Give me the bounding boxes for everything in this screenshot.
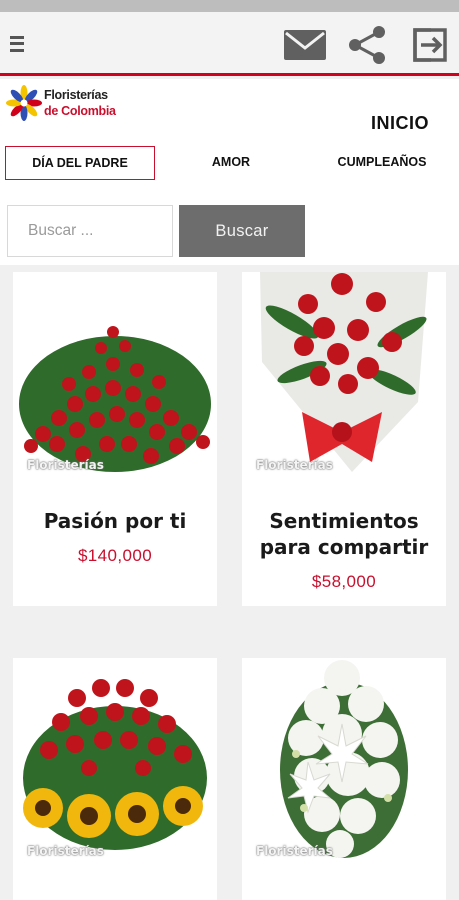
envelope-icon xyxy=(284,30,326,60)
watermark-text: Floristerías xyxy=(256,458,333,472)
product-price: $140,000 xyxy=(77,546,153,565)
exit-button[interactable] xyxy=(406,22,452,68)
watermark-text: Floristerías xyxy=(256,844,333,858)
search-button[interactable]: Buscar xyxy=(179,205,305,257)
product-card-1[interactable]: Floristerías Pasión por ti $140,000 xyxy=(13,272,217,606)
product-image[interactable]: Floristerías xyxy=(13,272,217,474)
hamburger-icon xyxy=(10,35,24,39)
watermark-text: Floristerías xyxy=(27,458,104,472)
nav-item-amor[interactable]: AMOR xyxy=(192,146,270,180)
product-price: $58,000 xyxy=(311,572,377,591)
product-image[interactable]: Floristerías xyxy=(242,658,446,860)
product-card-4[interactable]: Floristerías xyxy=(242,658,446,900)
product-image[interactable]: Floristerías xyxy=(242,272,446,474)
flower-logo-icon xyxy=(6,85,42,121)
product-image[interactable]: Floristerías xyxy=(13,658,217,860)
share-icon xyxy=(349,26,385,64)
white-flowers-image xyxy=(280,660,408,858)
rose-bouquet-image xyxy=(19,326,211,472)
exit-icon xyxy=(413,28,447,62)
search-input[interactable] xyxy=(7,205,173,257)
nav-home[interactable]: INICIO xyxy=(371,113,429,134)
logo[interactable]: Floristerías de Colombia xyxy=(6,85,116,125)
share-button[interactable] xyxy=(344,22,390,68)
product-card-3[interactable]: Floristerías xyxy=(13,658,217,900)
site-header: Floristerías de Colombia INICIO DÍA DEL … xyxy=(0,79,459,265)
logo-line-2: de Colombia xyxy=(44,104,116,118)
menu-button[interactable] xyxy=(6,28,32,60)
product-card-2[interactable]: Floristerías Sentimientos para compartir… xyxy=(242,272,446,606)
app-bar xyxy=(0,12,459,76)
product-name[interactable]: Sentimientos para compartir xyxy=(242,508,446,560)
logo-line-1: Floristerías xyxy=(44,88,108,102)
nav-item-dia-del-padre[interactable]: DÍA DEL PADRE xyxy=(5,146,155,180)
nav-item-cumpleanos[interactable]: CUMPLEAÑOS xyxy=(323,146,441,180)
watermark-text: Floristerías xyxy=(27,844,104,858)
product-name[interactable]: Pasión por ti xyxy=(13,508,217,534)
mail-button[interactable] xyxy=(282,22,328,68)
rose-wrap-image xyxy=(260,272,428,472)
status-bar xyxy=(0,0,459,12)
roses-sunflowers-image xyxy=(23,679,207,850)
